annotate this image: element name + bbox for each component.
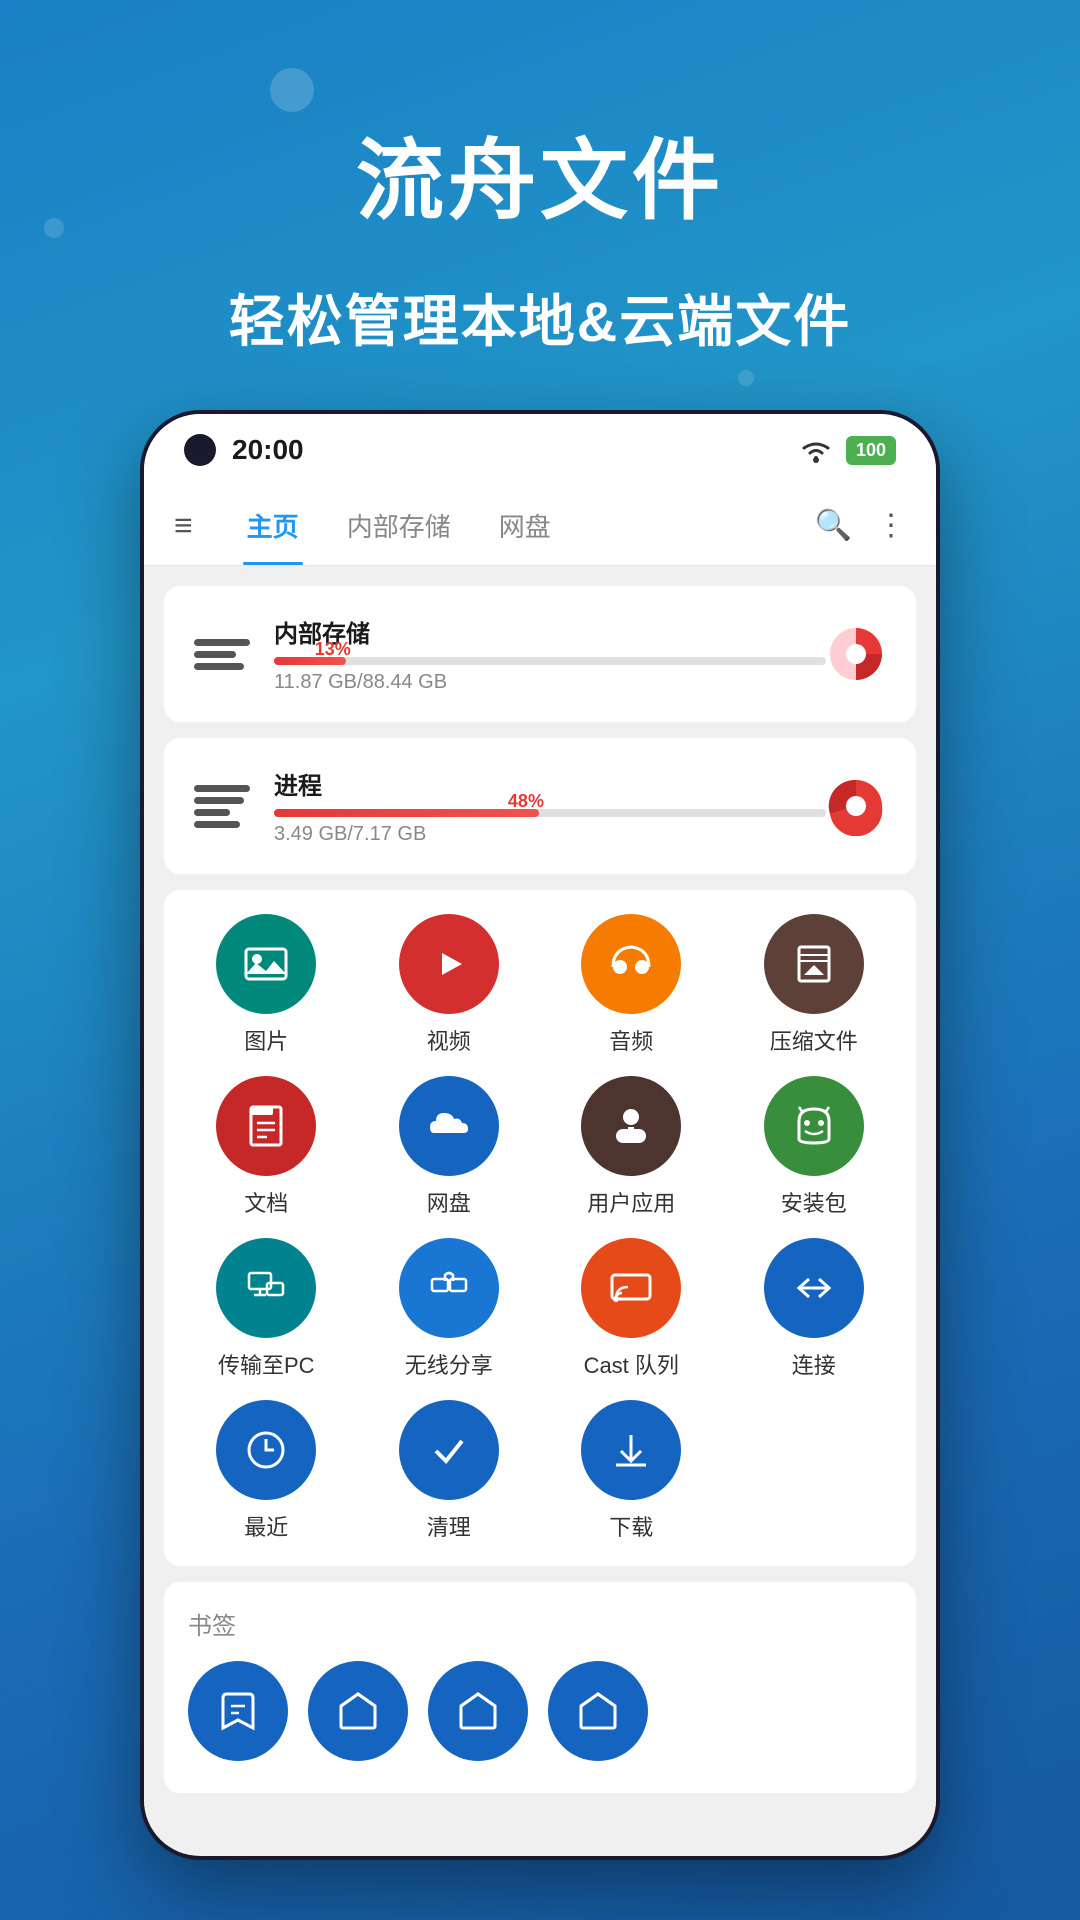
- storage-icon: [194, 630, 250, 678]
- icon-cast[interactable]: Cast 队列: [545, 1238, 718, 1380]
- user-apps-circle: [581, 1076, 681, 1176]
- bookmark-circle-0: [188, 1661, 288, 1761]
- download-label: 下载: [609, 1510, 653, 1542]
- battery-icon: 100: [846, 436, 896, 465]
- phone-screen: 20:00 100 ≡ 主页 内部存储: [144, 414, 936, 1856]
- icon-archive[interactable]: 压缩文件: [728, 914, 901, 1056]
- icon-wireless[interactable]: 无线分享: [363, 1238, 536, 1380]
- process-percent-label: 48%: [508, 791, 544, 812]
- icon-apk[interactable]: 安装包: [728, 1076, 901, 1218]
- apk-circle: [764, 1076, 864, 1176]
- bookmark-circle-3: [548, 1661, 648, 1761]
- docs-circle: [216, 1076, 316, 1176]
- icon-video[interactable]: 视频: [363, 914, 536, 1056]
- archive-circle: [764, 914, 864, 1014]
- wireless-circle: [399, 1238, 499, 1338]
- status-bar: 20:00 100: [144, 414, 936, 486]
- archive-label: 压缩文件: [770, 1024, 858, 1056]
- transfer-pc-circle: [216, 1238, 316, 1338]
- hamburger-menu[interactable]: ≡: [174, 507, 193, 544]
- process-icon: [194, 782, 250, 830]
- video-circle: [399, 914, 499, 1014]
- bookmark-circle-1: [308, 1661, 408, 1761]
- icons-grid: 图片 视频 音频: [180, 914, 900, 1542]
- storage-name: 内部存储: [274, 614, 826, 649]
- download-circle: [581, 1400, 681, 1500]
- cloud-label: 网盘: [427, 1186, 471, 1218]
- icon-download[interactable]: 下载: [545, 1400, 718, 1542]
- process-size: 3.49 GB/7.17 GB: [274, 823, 826, 846]
- recent-circle: [216, 1400, 316, 1500]
- transfer-pc-label: 传输至PC: [218, 1348, 315, 1380]
- status-right: 100: [798, 436, 896, 465]
- cast-label: Cast 队列: [584, 1348, 679, 1380]
- camera-hole: [184, 434, 216, 466]
- icon-recent[interactable]: 最近: [180, 1400, 353, 1542]
- apk-label: 安装包: [781, 1186, 847, 1218]
- status-time: 20:00: [232, 434, 304, 466]
- internal-storage-card[interactable]: 内部存储 13% 11.87 GB/88.44 GB: [164, 586, 916, 722]
- docs-label: 文档: [244, 1186, 288, 1218]
- icon-audio[interactable]: 音频: [545, 914, 718, 1056]
- status-left: 20:00: [184, 434, 304, 466]
- connect-label: 连接: [792, 1348, 836, 1380]
- tab-internal-storage[interactable]: 内部存储: [323, 486, 475, 565]
- process-progress-container: 48%: [274, 809, 826, 817]
- connect-circle: [764, 1238, 864, 1338]
- process-card[interactable]: 进程 48% 3.49 GB/7.17 GB: [164, 738, 916, 874]
- icon-connect[interactable]: 连接: [728, 1238, 901, 1380]
- video-label: 视频: [427, 1024, 471, 1056]
- internal-progress-container: 13%: [274, 657, 826, 665]
- photos-circle: [216, 914, 316, 1014]
- icons-card: 图片 视频 音频: [164, 890, 916, 1566]
- process-info: 进程 48% 3.49 GB/7.17 GB: [274, 766, 826, 846]
- process-name: 进程: [274, 766, 826, 801]
- internal-pie-chart: [826, 624, 886, 684]
- nav-actions: 🔍 ⋮: [815, 508, 906, 543]
- bookmarks-grid: [188, 1661, 892, 1769]
- clean-label: 清理: [427, 1510, 471, 1542]
- app-subtitle: 轻松管理本地&云端文件: [0, 277, 1080, 358]
- storage-info: 内部存储 13% 11.87 GB/88.44 GB: [274, 614, 826, 694]
- bookmark-item-0[interactable]: [188, 1661, 288, 1769]
- icon-user-apps[interactable]: 用户应用: [545, 1076, 718, 1218]
- tab-home[interactable]: 主页: [223, 486, 323, 565]
- icon-cloud[interactable]: 网盘: [363, 1076, 536, 1218]
- bookmarks-card: 书签: [164, 1582, 916, 1793]
- icon-placeholder: [728, 1400, 901, 1542]
- bookmark-item-1[interactable]: [308, 1661, 408, 1769]
- phone-mockup: 20:00 100 ≡ 主页 内部存储: [140, 410, 940, 1860]
- bookmarks-title: 书签: [188, 1606, 892, 1641]
- search-icon[interactable]: 🔍: [815, 508, 852, 543]
- icon-transfer-pc[interactable]: 传输至PC: [180, 1238, 353, 1380]
- process-pie-chart: [826, 776, 886, 836]
- nav-tabs: ≡ 主页 内部存储 网盘 🔍 ⋮: [144, 486, 936, 566]
- tab-cloud[interactable]: 网盘: [475, 486, 575, 565]
- icon-clean[interactable]: 清理: [363, 1400, 536, 1542]
- icon-photos[interactable]: 图片: [180, 914, 353, 1056]
- bookmark-item-3[interactable]: [548, 1661, 648, 1769]
- cast-circle: [581, 1238, 681, 1338]
- bookmark-circle-2: [428, 1661, 528, 1761]
- wifi-icon: [798, 436, 834, 464]
- clean-circle: [399, 1400, 499, 1500]
- app-title: 流舟文件: [0, 110, 1080, 237]
- icon-docs[interactable]: 文档: [180, 1076, 353, 1218]
- cloud-circle: [399, 1076, 499, 1176]
- audio-label: 音频: [609, 1024, 653, 1056]
- main-content: 内部存储 13% 11.87 GB/88.44 GB: [144, 566, 936, 1829]
- photos-label: 图片: [244, 1024, 288, 1056]
- internal-progress-fill: 13%: [274, 657, 346, 665]
- wireless-label: 无线分享: [405, 1348, 493, 1380]
- recent-label: 最近: [244, 1510, 288, 1542]
- user-apps-label: 用户应用: [587, 1186, 675, 1218]
- bookmark-item-2[interactable]: [428, 1661, 528, 1769]
- process-progress-fill: 48%: [274, 809, 539, 817]
- internal-size: 11.87 GB/88.44 GB: [274, 671, 826, 694]
- audio-circle: [581, 914, 681, 1014]
- header-section: 流舟文件 轻松管理本地&云端文件: [0, 0, 1080, 358]
- more-icon[interactable]: ⋮: [876, 508, 906, 543]
- internal-percent-label: 13%: [315, 639, 351, 660]
